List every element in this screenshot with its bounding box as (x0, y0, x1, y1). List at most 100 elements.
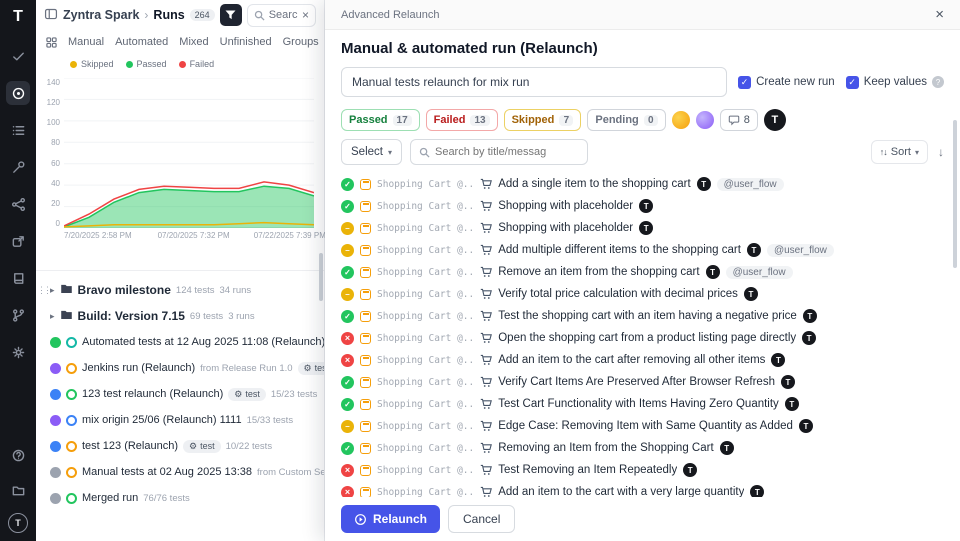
test-row[interactable]: Shopping Cart @.. Add an item to the car… (341, 349, 944, 371)
left-panel-scrollbar[interactable] (319, 253, 323, 301)
test-suite-prefix: Shopping Cart @.. (377, 245, 474, 256)
y-tick-label: 100 (47, 118, 60, 127)
status-filter-chip[interactable]: Passed 17 (341, 109, 420, 131)
close-icon[interactable]: × (935, 7, 944, 22)
filter-button[interactable] (220, 4, 242, 26)
test-row[interactable]: Shopping Cart @.. Test Cart Functionalit… (341, 393, 944, 415)
status-filter-chip[interactable]: Skipped 7 (504, 109, 582, 131)
test-row[interactable]: Shopping Cart @.. Shopping with placehol… (341, 217, 944, 239)
test-status-icon (341, 332, 354, 345)
export-icon[interactable] (6, 229, 30, 253)
run-name-input[interactable] (341, 67, 727, 97)
test-row[interactable]: Shopping Cart @.. Add an item to the car… (341, 481, 944, 497)
run-row[interactable]: ▸ Automated tests at 12 Aug 2025 11:08 (… (36, 329, 324, 355)
run-row[interactable]: ▸ Jenkins run (Relaunch) from Release Ru… (36, 355, 324, 381)
test-title: Add an item to the cart after removing a… (498, 354, 765, 366)
clear-search-icon[interactable]: × (302, 8, 309, 22)
cart-emoji-icon (480, 486, 492, 497)
runs-tab[interactable]: Groups (283, 36, 319, 48)
app-logo[interactable]: T (13, 7, 23, 27)
grid-icon (46, 37, 57, 48)
runs-tab[interactable]: Automated (115, 36, 168, 48)
run-row[interactable]: ▸ Manual tests at 02 Aug 2025 13:38 from… (36, 459, 324, 485)
checks-icon[interactable] (6, 44, 30, 68)
assignee-filter-avatar[interactable]: T (764, 109, 786, 131)
status-filter-chip[interactable]: Pending 0 (587, 109, 665, 131)
test-row[interactable]: Shopping Cart @.. Open the shopping cart… (341, 327, 944, 349)
runs-icon[interactable] (6, 81, 30, 105)
comments-filter-chip[interactable]: 8 (720, 109, 758, 131)
modal-scrollbar[interactable] (953, 120, 957, 268)
runs-tab[interactable]: Manual (68, 36, 104, 48)
select-dropdown[interactable]: Select ▾ (341, 139, 402, 165)
automated-test-icon (360, 223, 371, 234)
info-icon[interactable]: ? (932, 76, 944, 88)
modal-header: Advanced Relaunch × (325, 0, 960, 30)
chart-y-axis: 020406080100120140 (42, 78, 64, 228)
select-label: Select (351, 146, 383, 158)
checkbox-checked-icon (738, 76, 751, 89)
test-tag[interactable]: @user_flow (726, 266, 793, 279)
modal-search[interactable] (410, 139, 588, 165)
run-row[interactable]: ▸ Build: Version 7.15 69 tests 3 runs (36, 303, 324, 329)
modal-search-input[interactable] (435, 146, 579, 158)
drag-handle-icon[interactable]: ⋮⋮ (37, 285, 49, 296)
descending-arrow-icon[interactable]: ↓ (938, 145, 944, 159)
test-suite-prefix: Shopping Cart @.. (377, 333, 474, 344)
test-badge: ⚙test (183, 440, 221, 453)
test-suite-prefix: Shopping Cart @.. (377, 377, 474, 388)
emoji-filter-icon-1[interactable] (672, 111, 690, 129)
test-row[interactable]: Shopping Cart @.. Verify total price cal… (341, 283, 944, 305)
create-new-run-checkbox[interactable]: Create new run (738, 76, 835, 89)
docs-folder-icon[interactable] (6, 478, 30, 502)
test-row[interactable]: Shopping Cart @.. Edge Case: Removing It… (341, 415, 944, 437)
run-row[interactable]: ▸ test 123 (Relaunch) ⚙test 10/22 tests (36, 433, 324, 459)
test-row[interactable]: Shopping Cart @.. Test Removing an Item … (341, 459, 944, 481)
folder-icon (60, 282, 73, 298)
sort-button[interactable]: ↑↓ Sort ▾ (871, 140, 928, 164)
run-row[interactable]: ▸ 123 test relaunch (Relaunch) ⚙test 15/… (36, 381, 324, 407)
test-list-icon[interactable] (6, 118, 30, 142)
assignee-avatar: T (747, 243, 761, 257)
create-new-run-label: Create new run (756, 76, 835, 88)
cancel-button[interactable]: Cancel (448, 505, 515, 533)
test-status-icon (341, 200, 354, 213)
test-row[interactable]: Shopping Cart @.. Verify Cart Items Are … (341, 371, 944, 393)
emoji-filter-icon-2[interactable] (696, 111, 714, 129)
run-row[interactable]: ⋮⋮ ▸ Bravo milestone 124 tests 34 runs (36, 277, 324, 303)
test-suite-prefix: Shopping Cart @.. (377, 201, 474, 212)
test-tag[interactable]: @user_flow (767, 244, 834, 257)
settings-gear-icon[interactable] (6, 340, 30, 364)
test-title: Shopping with placeholder (498, 200, 633, 212)
run-meta: 76/76 tests (143, 493, 189, 504)
keep-values-checkbox[interactable]: Keep values ? (846, 76, 944, 89)
test-row[interactable]: Shopping Cart @.. Remove an item from th… (341, 261, 944, 283)
relaunch-button[interactable]: Relaunch (341, 505, 440, 533)
test-tag[interactable]: @user_flow (717, 178, 784, 191)
runs-search-input[interactable]: Search [C × (247, 4, 316, 27)
profile-avatar[interactable]: T (8, 513, 28, 533)
runs-tab[interactable]: Unfinished (220, 36, 272, 48)
runs-tab[interactable]: Mixed (179, 36, 208, 48)
help-icon[interactable] (6, 443, 30, 467)
test-row[interactable]: Shopping Cart @.. Test the shopping cart… (341, 305, 944, 327)
chevron-right-icon[interactable]: ▸ (50, 285, 55, 296)
y-tick-label: 80 (51, 138, 60, 147)
test-row[interactable]: Shopping Cart @.. Add a single item to t… (341, 173, 944, 195)
run-row[interactable]: ▸ Merged run 76/76 tests (36, 485, 324, 511)
cart-emoji-icon (480, 464, 492, 476)
test-row[interactable]: Shopping Cart @.. Removing an Item from … (341, 437, 944, 459)
chevron-right-icon[interactable]: ▸ (50, 311, 55, 322)
test-row[interactable]: Shopping Cart @.. Shopping with placehol… (341, 195, 944, 217)
book-icon[interactable] (6, 266, 30, 290)
branch-icon[interactable] (6, 303, 30, 327)
wrench-icon[interactable] (6, 155, 30, 179)
test-row[interactable]: Shopping Cart @.. Add multiple different… (341, 239, 944, 261)
sidebar-toggle-icon[interactable] (44, 7, 58, 24)
share-icon[interactable] (6, 192, 30, 216)
run-row[interactable]: ▸ mix origin 25/06 (Relaunch) 1111 15/33… (36, 407, 324, 433)
chip-label: Skipped (512, 114, 555, 126)
test-suite-prefix: Shopping Cart @.. (377, 421, 474, 432)
breadcrumb-app[interactable]: Zyntra Spark (63, 8, 139, 22)
status-filter-chip[interactable]: Failed 13 (426, 109, 498, 131)
